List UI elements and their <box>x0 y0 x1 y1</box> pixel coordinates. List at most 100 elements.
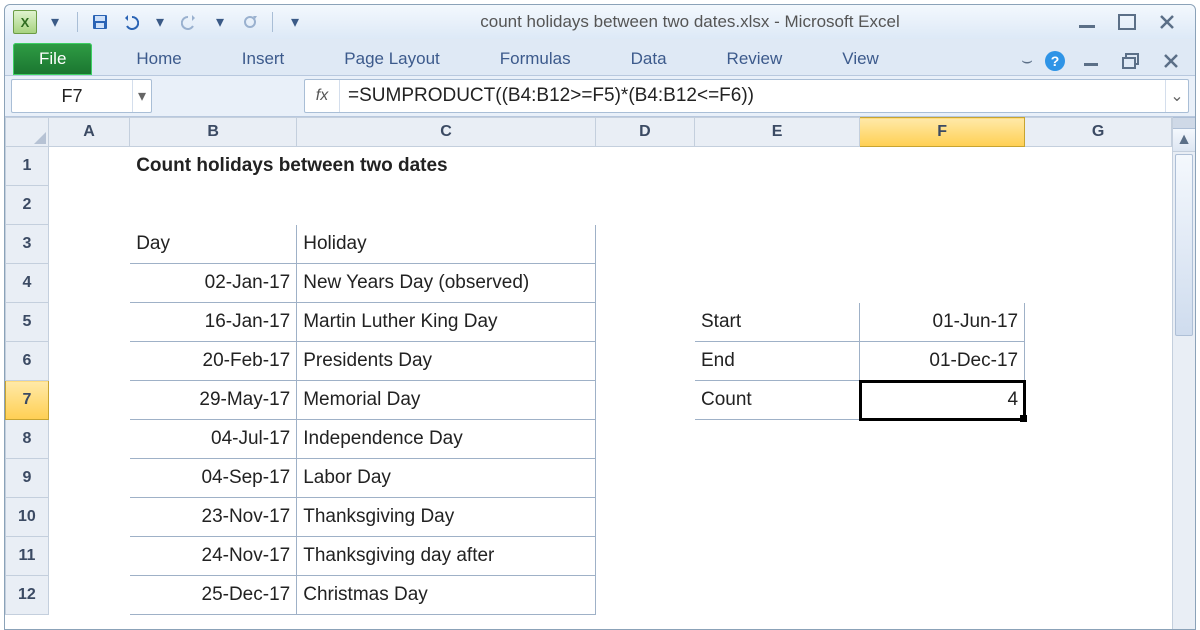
tab-data[interactable]: Data <box>609 43 689 75</box>
col-header-C[interactable]: C <box>297 118 596 147</box>
row-header-7[interactable]: 7 <box>6 381 49 420</box>
cell-C3[interactable]: Holiday <box>297 225 596 264</box>
cell-D7[interactable] <box>595 381 694 420</box>
cell-B8[interactable]: 04-Jul-17 <box>130 420 297 459</box>
cell-E5[interactable]: Start <box>695 303 860 342</box>
cell-A11[interactable] <box>48 537 129 576</box>
row-header-10[interactable]: 10 <box>6 498 49 537</box>
tab-review[interactable]: Review <box>705 43 805 75</box>
cell-C7[interactable]: Memorial Day <box>297 381 596 420</box>
repeat-icon[interactable] <box>238 11 262 33</box>
cell-C5[interactable]: Martin Luther King Day <box>297 303 596 342</box>
cell-F1[interactable] <box>860 147 1025 186</box>
cell-A9[interactable] <box>48 459 129 498</box>
cell-G1[interactable] <box>1025 147 1172 186</box>
redo-icon[interactable] <box>178 11 202 33</box>
row-header-8[interactable]: 8 <box>6 420 49 459</box>
col-header-B[interactable]: B <box>130 118 297 147</box>
row-header-12[interactable]: 12 <box>6 576 49 615</box>
tab-insert[interactable]: Insert <box>220 43 307 75</box>
cell-E7[interactable]: Count <box>695 381 860 420</box>
cell-row12-rest[interactable] <box>595 576 1171 615</box>
workbook-close-button[interactable] <box>1157 51 1185 71</box>
cell-A7[interactable] <box>48 381 129 420</box>
cell-B10[interactable]: 23-Nov-17 <box>130 498 297 537</box>
cell-F6[interactable]: 01-Dec-17 <box>860 342 1025 381</box>
cell-B6[interactable]: 20-Feb-17 <box>130 342 297 381</box>
cell-B3[interactable]: Day <box>130 225 297 264</box>
cell-B9[interactable]: 04-Sep-17 <box>130 459 297 498</box>
cell-row2[interactable] <box>48 186 1171 225</box>
cell-G4[interactable] <box>1025 264 1172 303</box>
col-header-G[interactable]: G <box>1025 118 1172 147</box>
cell-A5[interactable] <box>48 303 129 342</box>
cell-C4[interactable]: New Years Day (observed) <box>297 264 596 303</box>
app-menu-dropdown-icon[interactable]: ▾ <box>43 11 67 33</box>
name-box-dropdown-icon[interactable]: ▾ <box>132 80 151 112</box>
cell-G5[interactable] <box>1025 303 1172 342</box>
col-header-F[interactable]: F <box>860 118 1025 147</box>
cell-row10-rest[interactable] <box>595 498 1171 537</box>
cell-F7[interactable]: 4 <box>860 381 1025 420</box>
row-header-1[interactable]: 1 <box>6 147 49 186</box>
cell-D6[interactable] <box>595 342 694 381</box>
vertical-scrollbar[interactable]: ▲ <box>1172 117 1195 629</box>
cell-B5[interactable]: 16-Jan-17 <box>130 303 297 342</box>
row-header-9[interactable]: 9 <box>6 459 49 498</box>
workbook-restore-button[interactable] <box>1117 51 1145 71</box>
cell-B1-title[interactable]: Count holidays between two dates <box>130 147 695 186</box>
cell-B4[interactable]: 02-Jan-17 <box>130 264 297 303</box>
scroll-up-icon[interactable]: ▲ <box>1173 129 1195 152</box>
select-all-corner[interactable] <box>6 118 49 147</box>
excel-app-icon[interactable]: X <box>13 10 37 34</box>
cell-F5[interactable]: 01-Jun-17 <box>860 303 1025 342</box>
tab-view[interactable]: View <box>820 43 901 75</box>
cell-C9[interactable]: Labor Day <box>297 459 596 498</box>
fx-icon[interactable]: fx <box>305 80 340 112</box>
workbook-minimize-button[interactable] <box>1077 51 1105 71</box>
tab-home[interactable]: Home <box>114 43 203 75</box>
help-icon[interactable]: ? <box>1045 51 1065 71</box>
cell-C12[interactable]: Christmas Day <box>297 576 596 615</box>
formula-expand-icon[interactable]: ⌄ <box>1165 80 1188 112</box>
cell-C10[interactable]: Thanksgiving Day <box>297 498 596 537</box>
row-header-6[interactable]: 6 <box>6 342 49 381</box>
cell-A1[interactable] <box>48 147 129 186</box>
scroll-thumb[interactable] <box>1175 154 1193 336</box>
cell-F3[interactable] <box>860 225 1025 264</box>
cell-B7[interactable]: 29-May-17 <box>130 381 297 420</box>
undo-icon[interactable] <box>118 11 142 33</box>
cell-A4[interactable] <box>48 264 129 303</box>
minimize-button[interactable] <box>1073 12 1101 32</box>
cell-B12[interactable]: 25-Dec-17 <box>130 576 297 615</box>
row-header-3[interactable]: 3 <box>6 225 49 264</box>
qat-customize-dropdown-icon[interactable]: ▾ <box>283 11 307 33</box>
cell-row11-rest[interactable] <box>595 537 1171 576</box>
file-tab[interactable]: File <box>13 43 92 75</box>
maximize-button[interactable] <box>1113 12 1141 32</box>
cell-row8-rest[interactable] <box>595 420 1171 459</box>
cell-G6[interactable] <box>1025 342 1172 381</box>
cell-E6[interactable]: End <box>695 342 860 381</box>
cell-A8[interactable] <box>48 420 129 459</box>
tab-formulas[interactable]: Formulas <box>478 43 593 75</box>
cell-E3[interactable] <box>695 225 860 264</box>
cell-D5[interactable] <box>595 303 694 342</box>
cell-A3[interactable] <box>48 225 129 264</box>
close-button[interactable] <box>1153 12 1181 32</box>
cell-D3[interactable] <box>595 225 694 264</box>
redo-dropdown-icon[interactable]: ▾ <box>208 11 232 33</box>
save-icon[interactable] <box>88 11 112 33</box>
row-header-5[interactable]: 5 <box>6 303 49 342</box>
row-header-11[interactable]: 11 <box>6 537 49 576</box>
scroll-track[interactable] <box>1173 152 1195 629</box>
cell-C6[interactable]: Presidents Day <box>297 342 596 381</box>
cell-F4[interactable] <box>860 264 1025 303</box>
undo-dropdown-icon[interactable]: ▾ <box>148 11 172 33</box>
cell-C8[interactable]: Independence Day <box>297 420 596 459</box>
cell-D4[interactable] <box>595 264 694 303</box>
spreadsheet-grid[interactable]: A B C D E F G 1 Count holidays between t… <box>5 117 1172 615</box>
cell-B11[interactable]: 24-Nov-17 <box>130 537 297 576</box>
name-box[interactable]: F7 <box>12 84 132 109</box>
row-header-2[interactable]: 2 <box>6 186 49 225</box>
